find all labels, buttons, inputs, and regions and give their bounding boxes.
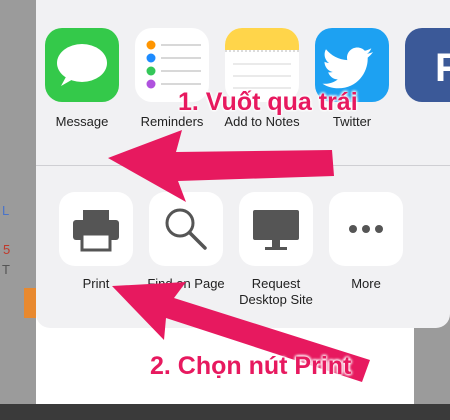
search-icon bbox=[149, 192, 223, 266]
messages-icon bbox=[45, 28, 119, 102]
share-app-partial[interactable]: F bbox=[402, 28, 450, 102]
request-desktop-site-button[interactable]: Request Desktop Site bbox=[234, 192, 318, 308]
action-label: More bbox=[351, 276, 381, 291]
share-app-messages[interactable]: Message bbox=[42, 28, 122, 129]
background-image bbox=[24, 288, 36, 318]
bottom-bar bbox=[0, 404, 450, 420]
background-text: L bbox=[2, 203, 10, 218]
find-on-page-button[interactable]: Find on Page bbox=[144, 192, 228, 292]
printer-icon bbox=[59, 192, 133, 266]
background-text: 5 bbox=[3, 242, 11, 257]
action-label: Request Desktop Site bbox=[239, 276, 313, 307]
facebook-icon: F bbox=[405, 28, 450, 102]
share-app-label: Message bbox=[55, 114, 109, 129]
annotation-step2: 2. Chọn nút Print bbox=[150, 352, 352, 380]
background-text: T bbox=[2, 262, 10, 277]
print-button[interactable]: Print bbox=[54, 192, 138, 292]
action-label: Find on Page bbox=[147, 276, 225, 291]
app-glyph: F bbox=[435, 46, 450, 90]
more-button[interactable]: More bbox=[324, 192, 408, 292]
more-icon bbox=[329, 192, 403, 266]
action-label: Print bbox=[82, 276, 110, 291]
desktop-icon bbox=[239, 192, 313, 266]
dimmed-background-left: L 5 T bbox=[0, 0, 36, 420]
annotation-step1: 1. Vuốt qua trái bbox=[178, 88, 358, 116]
share-sheet: Message Reminders Add to Notes Twitter F… bbox=[36, 0, 450, 328]
row-divider bbox=[36, 165, 450, 166]
